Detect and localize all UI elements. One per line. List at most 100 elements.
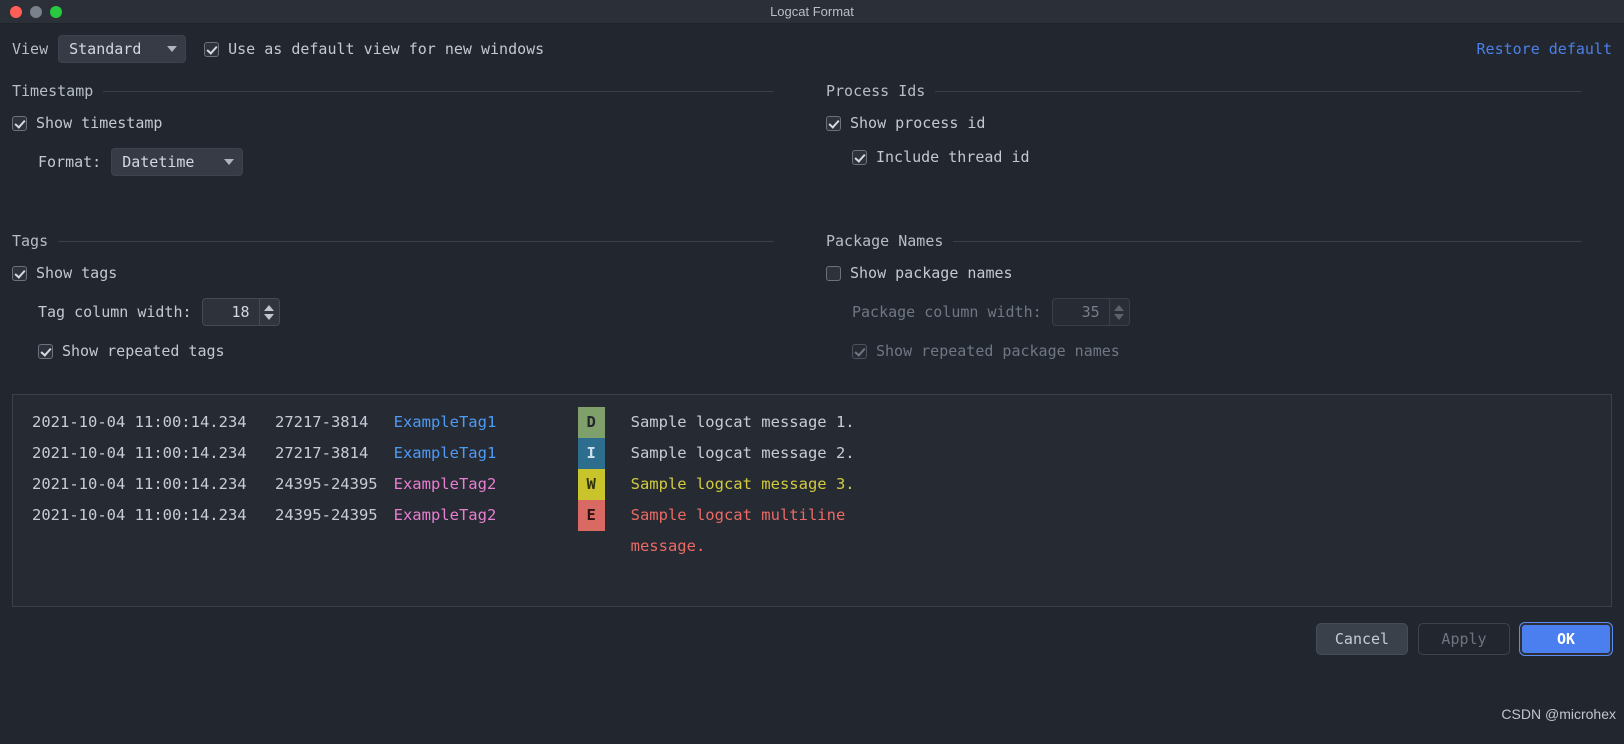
traffic-light-group	[0, 5, 62, 18]
log-pid-blank	[275, 531, 378, 562]
show-process-id-checkbox[interactable]	[826, 115, 841, 131]
restore-default-link[interactable]: Restore default	[1477, 40, 1612, 58]
log-timestamp: 2021-10-04 11:00:14.234	[32, 475, 247, 493]
log-tag: ExampleTag1	[393, 413, 497, 431]
include-thread-id-checkbox-row[interactable]: Include thread id	[826, 148, 1582, 166]
log-timestamp-blank	[13, 531, 247, 562]
use-as-default-view-label: Use as default view for new windows	[228, 40, 545, 58]
log-pid-tid: 27217-3814	[274, 413, 378, 431]
package-column-width-stepper[interactable]: 35	[1051, 298, 1130, 326]
log-spacer	[247, 531, 275, 562]
maximize-window-button[interactable]	[50, 5, 62, 18]
show-package-names-checkbox[interactable]	[826, 265, 841, 281]
tag-column-width-spin-buttons[interactable]	[258, 299, 279, 325]
settings-row-two: Tags Show tags Tag column width: 18 Show…	[12, 232, 1612, 360]
caret-down-icon[interactable]	[264, 313, 275, 320]
log-spacer	[247, 438, 275, 469]
log-spacer	[247, 407, 275, 438]
logcat-preview-panel: 2021-10-04 11:00:14.234 27217-3814 Examp…	[12, 394, 1612, 607]
tag-column-width-row: Tag column width: 18	[12, 298, 774, 326]
apply-button[interactable]: Apply	[1418, 623, 1510, 655]
show-repeated-tags-label: Show repeated tags	[62, 342, 225, 360]
show-tags-checkbox[interactable]	[12, 265, 27, 281]
log-level-badge: W	[577, 469, 605, 500]
settings-row-one: Timestamp Show timestamp Format: Datetim…	[12, 82, 1612, 176]
caret-down-icon[interactable]	[1114, 313, 1125, 320]
ok-button[interactable]: OK	[1520, 623, 1612, 655]
logcat-format-dialog: View Standard Use as default view for ne…	[0, 24, 1624, 744]
package-names-section-title: Package Names	[826, 232, 944, 250]
window-title: Logcat Format	[770, 4, 854, 19]
log-row: 2021-10-04 11:00:14.234 24395-24395 Exam…	[13, 469, 1611, 500]
process-ids-section: Process Ids Show process id Include thre…	[812, 82, 1612, 176]
cancel-button[interactable]: Cancel	[1316, 623, 1408, 655]
tags-section-header: Tags	[12, 232, 774, 250]
dialog-footer: Cancel Apply OK	[12, 623, 1612, 655]
log-spacer	[247, 500, 275, 531]
package-column-width-label: Package column width:	[852, 303, 1042, 321]
chevron-down-icon	[224, 159, 235, 165]
log-row: 2021-10-04 11:00:14.234 27217-3814 Examp…	[13, 407, 1611, 438]
log-message: Sample logcat message 1.	[630, 413, 855, 431]
package-column-width-value[interactable]: 35	[1053, 299, 1109, 325]
show-timestamp-checkbox[interactable]	[12, 115, 27, 131]
section-divider	[103, 90, 774, 92]
timestamp-format-row: Format: Datetime	[12, 148, 774, 176]
log-row: 2021-10-04 11:00:14.234 27217-3814 Examp…	[13, 438, 1611, 469]
show-repeated-tags-checkbox-row[interactable]: Show repeated tags	[12, 342, 774, 360]
show-timestamp-checkbox-row[interactable]: Show timestamp	[12, 114, 774, 132]
log-level-badge-blank	[578, 531, 605, 562]
show-process-id-label: Show process id	[850, 114, 986, 132]
use-as-default-view-checkbox[interactable]	[204, 41, 220, 57]
show-package-names-checkbox-row[interactable]: Show package names	[826, 264, 1582, 282]
show-tags-checkbox-row[interactable]: Show tags	[12, 264, 774, 282]
timestamp-format-select[interactable]: Datetime	[111, 148, 244, 176]
caret-up-icon[interactable]	[264, 304, 275, 311]
tag-column-width-value[interactable]: 18	[203, 299, 259, 325]
log-level-badge: E	[577, 500, 605, 531]
show-repeated-tags-checkbox[interactable]	[38, 343, 53, 359]
show-timestamp-label: Show timestamp	[36, 114, 163, 132]
include-thread-id-checkbox[interactable]	[852, 149, 867, 165]
show-tags-label: Show tags	[36, 264, 118, 282]
package-column-width-spin-buttons[interactable]	[1108, 299, 1129, 325]
log-timestamp: 2021-10-04 11:00:14.234	[32, 413, 247, 431]
view-toolbar: View Standard Use as default view for ne…	[12, 24, 1612, 68]
timestamp-section-title: Timestamp	[12, 82, 94, 100]
tags-section-title: Tags	[12, 232, 49, 250]
close-window-button[interactable]	[10, 5, 22, 18]
log-message-continuation: message.	[630, 537, 706, 555]
package-column-width-row: Package column width: 35	[826, 298, 1582, 326]
use-as-default-view-checkbox-row[interactable]: Use as default view for new windows	[204, 40, 544, 58]
log-pid-tid: 27217-3814	[274, 444, 378, 462]
log-tag: ExampleTag2	[393, 475, 497, 493]
show-process-id-checkbox-row[interactable]: Show process id	[826, 114, 1582, 132]
log-tag: ExampleTag2	[393, 506, 497, 524]
process-ids-section-title: Process Ids	[826, 82, 926, 100]
timestamp-section: Timestamp Show timestamp Format: Datetim…	[12, 82, 812, 176]
timestamp-format-value: Datetime	[122, 153, 195, 171]
minimize-window-button[interactable]	[30, 5, 42, 18]
show-package-names-label: Show package names	[850, 264, 1013, 282]
package-names-section: Package Names Show package names Package…	[812, 232, 1612, 360]
log-message: Sample logcat message 3.	[630, 475, 855, 493]
log-row-continuation: message.	[13, 531, 1611, 562]
include-thread-id-label: Include thread id	[876, 148, 1030, 166]
log-level-badge: D	[577, 407, 605, 438]
section-divider	[935, 90, 1582, 92]
log-row: 2021-10-04 11:00:14.234 24395-24395 Exam…	[13, 500, 1611, 531]
log-message: Sample logcat message 2.	[630, 444, 855, 462]
view-label: View	[12, 40, 49, 58]
show-repeated-package-names-checkbox-row[interactable]: Show repeated package names	[826, 342, 1582, 360]
log-level-badge: I	[577, 438, 605, 469]
log-timestamp: 2021-10-04 11:00:14.234	[32, 506, 247, 524]
view-select[interactable]: Standard	[58, 35, 187, 63]
show-repeated-package-names-checkbox[interactable]	[852, 343, 867, 359]
tag-column-width-stepper[interactable]: 18	[201, 298, 280, 326]
caret-up-icon[interactable]	[1114, 304, 1125, 311]
view-select-value: Standard	[69, 40, 142, 58]
log-pid-tid: 24395-24395	[274, 506, 378, 524]
package-names-section-header: Package Names	[826, 232, 1582, 250]
chevron-down-icon	[167, 46, 178, 52]
tags-section: Tags Show tags Tag column width: 18 Show…	[12, 232, 812, 360]
